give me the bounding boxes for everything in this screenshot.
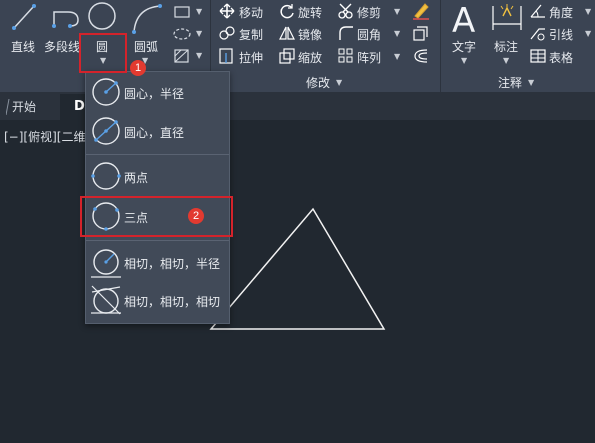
menu-item-label: 相切，相切，相切 (124, 295, 221, 309)
viewport-controls-label[interactable]: [−][俯视][二维 (4, 128, 85, 145)
chevron-down-icon[interactable]: ▼ (394, 29, 400, 38)
dimension-icon[interactable] (489, 2, 525, 34)
leader-button[interactable]: 引线 (549, 26, 573, 43)
fillet-icon[interactable] (337, 25, 355, 41)
chevron-down-icon[interactable]: ▼ (336, 78, 342, 87)
copy-icon[interactable] (218, 25, 236, 41)
mirror-button[interactable]: 镜像 (298, 26, 322, 43)
menu-item-label: 两点 (124, 171, 149, 185)
mirror-icon[interactable] (278, 25, 296, 41)
copy-button[interactable]: 复制 (239, 26, 263, 43)
text-icon[interactable]: A (448, 0, 482, 41)
erase-icon[interactable] (411, 2, 431, 20)
menu-item-center-radius[interactable]: 圆心，半径 (86, 74, 229, 112)
trim-button[interactable]: 修剪 (357, 4, 381, 21)
dimension-button[interactable]: 标注 (494, 38, 518, 55)
step-badge-1: 1 (130, 60, 146, 76)
arc-button[interactable]: 圆弧 (134, 38, 158, 55)
circle-ttr-icon (90, 246, 122, 278)
text-button[interactable]: 文字 (452, 38, 476, 55)
move-button[interactable]: 移动 (239, 4, 263, 21)
chevron-down-icon[interactable]: ▼ (196, 51, 202, 60)
angle-icon[interactable] (529, 3, 547, 19)
modify-panel-title[interactable]: 修改 (306, 74, 330, 91)
circle-ttt-icon (90, 284, 122, 316)
tab-divider-icon (5, 98, 10, 116)
rotate-button[interactable]: 旋转 (298, 4, 322, 21)
chevron-down-icon[interactable]: ▼ (585, 29, 591, 38)
polyline-icon[interactable] (48, 2, 84, 34)
array-button[interactable]: 阵列 (357, 49, 381, 66)
line-button[interactable]: 直线 (11, 38, 35, 55)
menu-item-tan-tan-tan[interactable]: 相切，相切，相切 (86, 282, 229, 320)
fillet-button[interactable]: 圆角 (357, 26, 381, 43)
polyline-button[interactable]: 多段线 (44, 38, 80, 55)
leader-icon[interactable] (529, 25, 547, 41)
chevron-down-icon[interactable]: ▼ (461, 56, 467, 65)
chevron-down-icon[interactable]: ▼ (196, 7, 202, 16)
chevron-down-icon[interactable]: ▼ (585, 7, 591, 16)
rectangle-icon[interactable] (172, 4, 194, 20)
svg-text:A: A (452, 1, 475, 36)
hatch-icon[interactable] (172, 26, 194, 42)
tab-start[interactable]: 开始 (12, 98, 36, 115)
menu-divider (86, 154, 229, 155)
chevron-down-icon[interactable]: ▼ (196, 29, 202, 38)
line-icon[interactable] (6, 2, 42, 34)
scale-button[interactable]: 缩放 (298, 49, 322, 66)
chevron-down-icon[interactable]: ▼ (503, 56, 509, 65)
chevron-down-icon[interactable]: ▼ (394, 52, 400, 61)
chevron-down-icon[interactable]: ▼ (528, 78, 534, 87)
rotate-icon[interactable] (278, 3, 296, 19)
circle-icon[interactable] (84, 0, 120, 32)
stretch-button[interactable]: 拉伸 (239, 49, 263, 66)
table-icon[interactable] (529, 47, 547, 65)
trim-icon[interactable] (337, 3, 355, 19)
arc-icon[interactable] (128, 2, 168, 36)
panel-divider (440, 0, 441, 92)
scale-icon[interactable] (278, 47, 296, 65)
move-icon[interactable] (218, 3, 236, 19)
menu-item-label: 圆心，直径 (124, 126, 185, 140)
stretch-icon[interactable] (218, 47, 236, 65)
circle-button-highlight (79, 33, 127, 73)
circle-center-radius-icon (90, 76, 122, 108)
menu-item-label: 圆心，半径 (124, 87, 185, 101)
table-button[interactable]: 表格 (549, 49, 573, 66)
grid-hatch-icon[interactable] (172, 48, 194, 64)
circle-2point-icon (90, 160, 122, 192)
chevron-down-icon[interactable]: ▼ (394, 7, 400, 16)
menu-item-label: 相切，相切，半径 (124, 257, 221, 271)
menu-divider (86, 240, 229, 241)
circle-center-diameter-icon (90, 115, 122, 147)
explode-icon[interactable] (411, 25, 431, 43)
menu-item-tan-tan-radius[interactable]: 相切，相切，半径 (86, 244, 229, 282)
annotation-panel-title[interactable]: 注释 (498, 74, 522, 91)
array-icon[interactable] (337, 47, 355, 65)
three-point-highlight (80, 196, 233, 237)
menu-item-two-point[interactable]: 两点 (86, 158, 229, 196)
step-badge-2: 2 (188, 208, 204, 224)
menu-item-center-diameter[interactable]: 圆心，直径 (86, 113, 229, 151)
offset-icon[interactable] (411, 47, 431, 65)
angle-button[interactable]: 角度 (549, 4, 573, 21)
